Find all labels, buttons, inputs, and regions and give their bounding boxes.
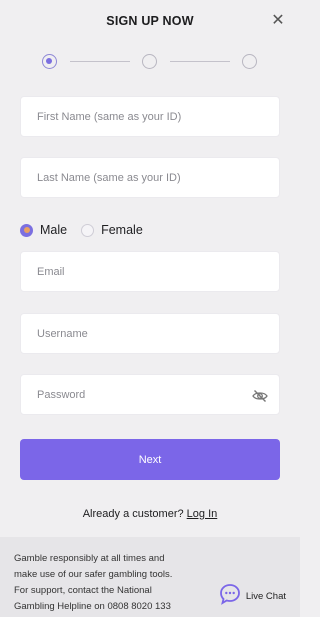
eye-off-icon[interactable] <box>251 387 269 405</box>
username-input[interactable] <box>21 314 279 353</box>
radio-male-label[interactable]: Male <box>40 223 67 237</box>
footer-line: make use of our safer gambling tools. <box>14 569 173 580</box>
last-name-input[interactable] <box>21 158 279 197</box>
radio-female-label[interactable]: Female <box>101 223 143 237</box>
radio-male[interactable] <box>20 223 33 237</box>
username-field <box>20 313 280 354</box>
login-prompt: Already a customer? <box>82 508 184 520</box>
footer: Gamble responsibly at all times and make… <box>0 537 300 617</box>
next-button[interactable]: Next <box>20 439 280 480</box>
login-link[interactable]: Log In <box>187 508 218 520</box>
radio-female[interactable] <box>81 223 95 237</box>
step-1-indicator <box>42 54 57 69</box>
step-connector <box>170 61 230 62</box>
last-name-field <box>20 157 280 198</box>
live-chat-label: Live Chat <box>245 591 286 602</box>
responsible-gambling-text: Gamble responsibly at all times and make… <box>14 551 204 615</box>
close-icon[interactable]: ✕ <box>270 12 286 29</box>
progress-stepper <box>42 54 258 70</box>
email-field <box>20 251 280 292</box>
first-name-field <box>20 96 280 137</box>
live-chat-button[interactable]: Live Chat <box>219 583 286 610</box>
login-prompt-row: Already a customer? Log In <box>0 508 300 520</box>
footer-line: For support, contact the National <box>14 585 152 596</box>
modal-header: SIGN UP NOW ✕ <box>0 0 300 42</box>
first-name-input[interactable] <box>21 97 279 136</box>
password-input[interactable] <box>21 375 279 414</box>
step-3-indicator <box>242 54 257 69</box>
password-field <box>20 374 280 415</box>
email-input[interactable] <box>21 252 279 291</box>
chat-bubble-icon <box>219 583 241 610</box>
footer-line: Gambling Helpline on 0808 8020 133 <box>14 601 171 612</box>
gender-radio-group: Male Female <box>20 221 157 239</box>
step-2-indicator <box>142 54 157 69</box>
step-connector <box>70 61 130 62</box>
footer-line: Gamble responsibly at all times and <box>14 553 165 564</box>
page-title: SIGN UP NOW <box>106 14 194 28</box>
